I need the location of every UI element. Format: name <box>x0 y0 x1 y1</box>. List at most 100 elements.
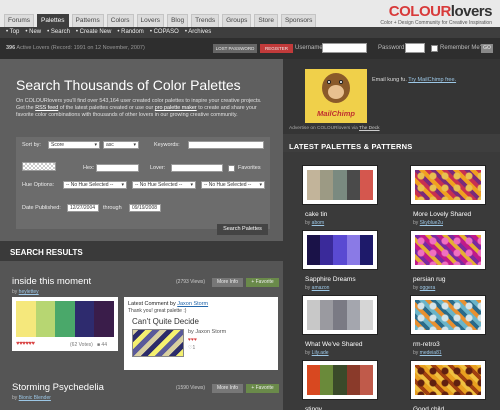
item-title[interactable]: cake tin <box>305 211 327 218</box>
author-link[interactable]: Skyblue2u <box>420 220 443 226</box>
palette-thumbnail[interactable] <box>303 361 377 399</box>
latest-comment-heading: Latest Comment by Jaxon Storm <box>128 301 209 307</box>
subnav-item[interactable]: • COPASO <box>150 27 179 38</box>
ad-cta-link[interactable]: Try MailChimp free. <box>408 77 456 83</box>
author-link[interactable]: Lily.ade <box>312 350 329 356</box>
monkey-icon <box>322 73 350 103</box>
author-link[interactable]: amazon <box>312 285 330 291</box>
comment-palette-title[interactable]: Can't Quite Decide <box>132 317 199 326</box>
tab-sponsors[interactable]: Sponsors <box>280 14 317 27</box>
item-title[interactable]: persian rug <box>413 276 446 283</box>
sponsor-ad[interactable]: MailChimp Email kung fu. Try MailChimp f… <box>283 59 500 134</box>
tab-blog[interactable]: Blog <box>167 14 189 27</box>
comment-palette-count: ♡1 <box>188 345 196 351</box>
color-swatch[interactable] <box>16 301 36 337</box>
hex-color-swatch[interactable] <box>22 162 56 171</box>
search-form: Sort by: Score asc Keywords: Hex: Lover:… <box>16 137 270 229</box>
palette-title[interactable]: inside this moment <box>12 276 91 287</box>
comment-user-link[interactable]: Jaxon Storm <box>177 301 208 307</box>
comment-palette-hearts: ♥♥♥ <box>188 337 197 343</box>
author-link[interactable]: heylettey <box>19 289 39 295</box>
tab-lovers[interactable]: Lovers <box>136 14 165 27</box>
tab-store[interactable]: Store <box>254 14 278 27</box>
item-title[interactable]: Sapphire Dreams <box>305 276 356 283</box>
ad-cta: Email kung fu. Try MailChimp free. <box>372 77 457 83</box>
color-swatch[interactable] <box>55 301 75 337</box>
date-to-input[interactable]: 09/19/2008 <box>129 204 161 212</box>
sort-select[interactable]: Score <box>48 141 100 149</box>
palette-author: by Bionic Blender <box>12 395 51 401</box>
color-swatch[interactable] <box>94 301 114 337</box>
author-link[interactable]: Bionic Blender <box>19 395 51 401</box>
tab-patterns[interactable]: Patterns <box>71 14 104 27</box>
author-link[interactable]: abom <box>312 220 325 226</box>
tab-colors[interactable]: Colors <box>106 14 134 27</box>
results-header: SEARCH RESULTS <box>0 241 283 261</box>
hue-select-2[interactable]: -- No Hue Selected -- <box>132 181 196 189</box>
login-go-button[interactable]: GO <box>481 44 493 53</box>
more-info-button[interactable]: More Info <box>212 278 243 287</box>
color-swatch[interactable] <box>35 301 56 337</box>
subnav-item[interactable]: • Archives <box>185 27 211 38</box>
the-deck-link[interactable]: The Deck <box>359 126 380 131</box>
lover-input[interactable] <box>171 164 223 172</box>
palette-title[interactable]: Storming Psychedelia <box>12 382 104 393</box>
search-palettes-button[interactable]: Search Palettes <box>217 224 268 235</box>
rating-hearts[interactable]: ♥♥♥♥♥♥ <box>16 341 35 347</box>
top-bar: Forums Palettes Patterns Colors Lovers Blog Tr… <box>0 0 500 27</box>
item-title[interactable]: stingy <box>305 406 322 410</box>
muzzle-shape <box>328 85 344 99</box>
favorite-button[interactable]: + Favorite <box>246 384 279 393</box>
rss-feed-link[interactable]: RSS feed <box>35 105 58 111</box>
pattern-thumbnail[interactable] <box>411 361 485 399</box>
item-title[interactable]: Good child <box>413 406 444 410</box>
register-button[interactable]: REGISTER <box>260 44 293 53</box>
password-input[interactable] <box>405 43 425 53</box>
tab-trends[interactable]: Trends <box>191 14 220 27</box>
subnav-item[interactable]: • Search <box>47 27 70 38</box>
item-title[interactable]: What We've Shared <box>305 341 362 348</box>
mailchimp-logo[interactable]: MailChimp <box>305 69 367 123</box>
subnav-item[interactable]: • Top <box>6 27 19 38</box>
subnav-item[interactable]: • Create New <box>76 27 111 38</box>
favorite-button[interactable]: + Favorite <box>246 278 279 287</box>
remember-me-checkbox[interactable] <box>431 45 438 52</box>
login-bar: 396 Active Lovers (Record: 1991 on 12 No… <box>0 38 500 59</box>
result-card: Storming Psychedelia by Bionic Blender (… <box>10 382 279 410</box>
comment-palette-user[interactable]: by Jaxon Storm <box>188 329 226 335</box>
date-from-input[interactable]: 12/27/2004 <box>67 204 99 212</box>
author-link[interactable]: oggera <box>420 285 436 291</box>
pattern-thumbnail[interactable] <box>411 231 485 269</box>
pattern-thumbnail[interactable] <box>411 296 485 334</box>
subnav-item[interactable]: • Random <box>117 27 143 38</box>
palette-preview[interactable]: ♥♥♥♥♥♥ (62 Votes) ■ 44 <box>12 297 118 351</box>
tab-forums[interactable]: Forums <box>4 14 35 27</box>
item-title[interactable]: More Lovely Shared <box>413 211 471 218</box>
tab-groups[interactable]: Groups <box>222 14 252 27</box>
site-logo[interactable]: COLOURlovers Color + Design Community fo… <box>380 3 492 26</box>
subnav-item[interactable]: • New <box>25 27 41 38</box>
more-info-button[interactable]: More Info <box>212 384 243 393</box>
item-author: by Lily.ade <box>305 350 329 356</box>
hue-select-1[interactable]: -- No Hue Selected -- <box>63 181 127 189</box>
author-link[interactable]: medeia81 <box>420 350 442 356</box>
color-swatch[interactable] <box>74 301 95 337</box>
username-input[interactable] <box>322 43 367 53</box>
palette-thumbnail[interactable] <box>303 296 377 334</box>
pattern-thumbnail[interactable] <box>411 166 485 204</box>
item-title[interactable]: rm-retro3 <box>413 341 440 348</box>
hue-select-3[interactable]: -- No Hue Selected -- <box>201 181 265 189</box>
keywords-input[interactable] <box>188 141 264 149</box>
palette-thumbnail[interactable] <box>303 231 377 269</box>
palette-maker-link[interactable]: pro palette maker <box>155 105 197 111</box>
comment-palette-thumb[interactable] <box>132 329 184 357</box>
search-intro: On COLOURlovers you'll find over 543,164… <box>16 98 262 118</box>
lost-password-button[interactable]: LOST PASSWORD <box>213 44 257 53</box>
palette-thumbnail[interactable] <box>303 166 377 204</box>
favorites-checkbox[interactable] <box>228 165 235 172</box>
tab-palettes[interactable]: Palettes <box>37 14 69 27</box>
sort-label: Sort by: <box>22 142 41 148</box>
hex-input[interactable] <box>96 164 139 172</box>
date-published-label: Date Published: <box>22 205 61 211</box>
order-select[interactable]: asc <box>103 141 139 149</box>
